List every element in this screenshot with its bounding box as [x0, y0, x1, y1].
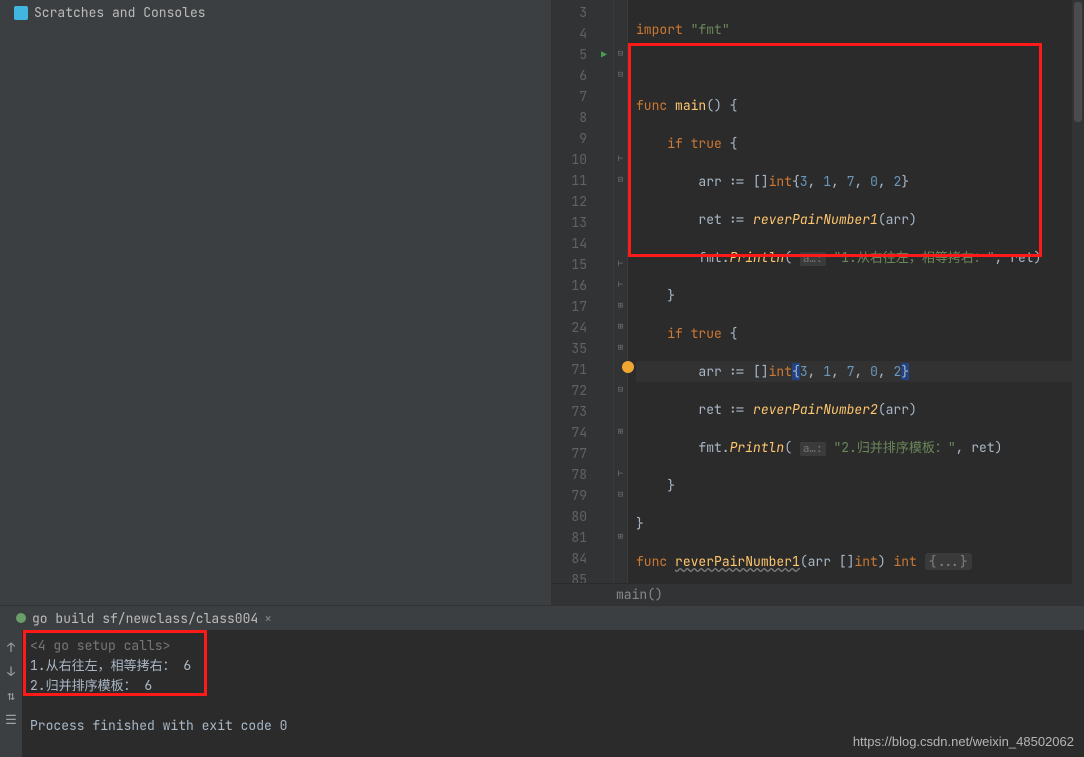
- line-number[interactable]: 8: [552, 107, 613, 128]
- line-number[interactable]: 77: [552, 443, 613, 464]
- run-tab[interactable]: go build sf/newclass/class004 ×: [10, 608, 278, 629]
- run-tab-label: go build sf/newclass/class004: [32, 610, 258, 627]
- console-line: [30, 696, 1076, 716]
- line-number[interactable]: 81: [552, 527, 613, 548]
- stop-icon[interactable]: ↓: [4, 664, 18, 678]
- scratches-icon: [14, 6, 28, 20]
- line-number-gutter[interactable]: 3 4 5 6 7 8 9 10 11 12 13 14 15 16 17 24…: [552, 0, 614, 583]
- line-number[interactable]: 7: [552, 86, 613, 107]
- line-number[interactable]: 6: [552, 65, 613, 86]
- line-number[interactable]: 13: [552, 212, 613, 233]
- line-number[interactable]: 10: [552, 149, 613, 170]
- code-editor[interactable]: import "fmt" func main() { if true { arr…: [628, 0, 1084, 583]
- watermark: https://blog.csdn.net/weixin_48502062: [853, 734, 1074, 749]
- intention-bulb-icon[interactable]: [622, 361, 634, 373]
- line-number[interactable]: 16: [552, 275, 613, 296]
- fold-column[interactable]: ⊟⊟ ⊢ ⊟ ⊢⊢ ⊞⊞⊞ ⊟ ⊞ ⊢ ⊟ ⊞: [614, 0, 628, 583]
- line-number[interactable]: 80: [552, 506, 613, 527]
- run-toolbar: ↑ ↓ ⇅ ☰: [0, 630, 22, 757]
- editor-pane: 3 4 5 6 7 8 9 10 11 12 13 14 15 16 17 24…: [552, 0, 1084, 605]
- run-tabs: go build sf/newclass/class004 ×: [0, 606, 1084, 630]
- run-ok-icon: [16, 613, 26, 623]
- line-number[interactable]: 14: [552, 233, 613, 254]
- line-number[interactable]: 4: [552, 23, 613, 44]
- line-number[interactable]: 12: [552, 191, 613, 212]
- editor-scrollbar[interactable]: [1072, 0, 1084, 605]
- line-number[interactable]: 17: [552, 296, 613, 317]
- line-number[interactable]: 74: [552, 422, 613, 443]
- line-number[interactable]: 35: [552, 338, 613, 359]
- console-line: 1.从右往左，相等拷右： 6: [30, 656, 1076, 676]
- console-line: Process finished with exit code 0: [30, 716, 1076, 736]
- scratches-and-consoles-node[interactable]: Scratches and Consoles: [0, 0, 551, 25]
- line-number[interactable]: 24: [552, 317, 613, 338]
- line-number[interactable]: 5: [552, 44, 613, 65]
- scrollbar-thumb[interactable]: [1074, 2, 1082, 122]
- line-number[interactable]: 11: [552, 170, 613, 191]
- close-icon[interactable]: ×: [264, 610, 272, 627]
- settings-icon[interactable]: ⇅: [4, 688, 18, 702]
- breadcrumb[interactable]: main(): [552, 583, 1084, 605]
- line-number[interactable]: 84: [552, 548, 613, 569]
- line-number[interactable]: 71: [552, 359, 613, 380]
- line-number[interactable]: 15: [552, 254, 613, 275]
- line-number[interactable]: 79: [552, 485, 613, 506]
- console-line: 2.归并排序模板： 6: [30, 676, 1076, 696]
- pin-icon[interactable]: ☰: [4, 712, 18, 726]
- line-number[interactable]: 85: [552, 569, 613, 583]
- rerun-icon[interactable]: ↑: [4, 640, 18, 654]
- line-number[interactable]: 73: [552, 401, 613, 422]
- console-line: <4 go setup calls>: [30, 636, 1076, 656]
- line-number[interactable]: 72: [552, 380, 613, 401]
- line-number[interactable]: 9: [552, 128, 613, 149]
- scratches-label: Scratches and Consoles: [34, 4, 206, 21]
- project-tool-window[interactable]: Scratches and Consoles: [0, 0, 552, 605]
- line-number[interactable]: 3: [552, 2, 613, 23]
- line-number[interactable]: 78: [552, 464, 613, 485]
